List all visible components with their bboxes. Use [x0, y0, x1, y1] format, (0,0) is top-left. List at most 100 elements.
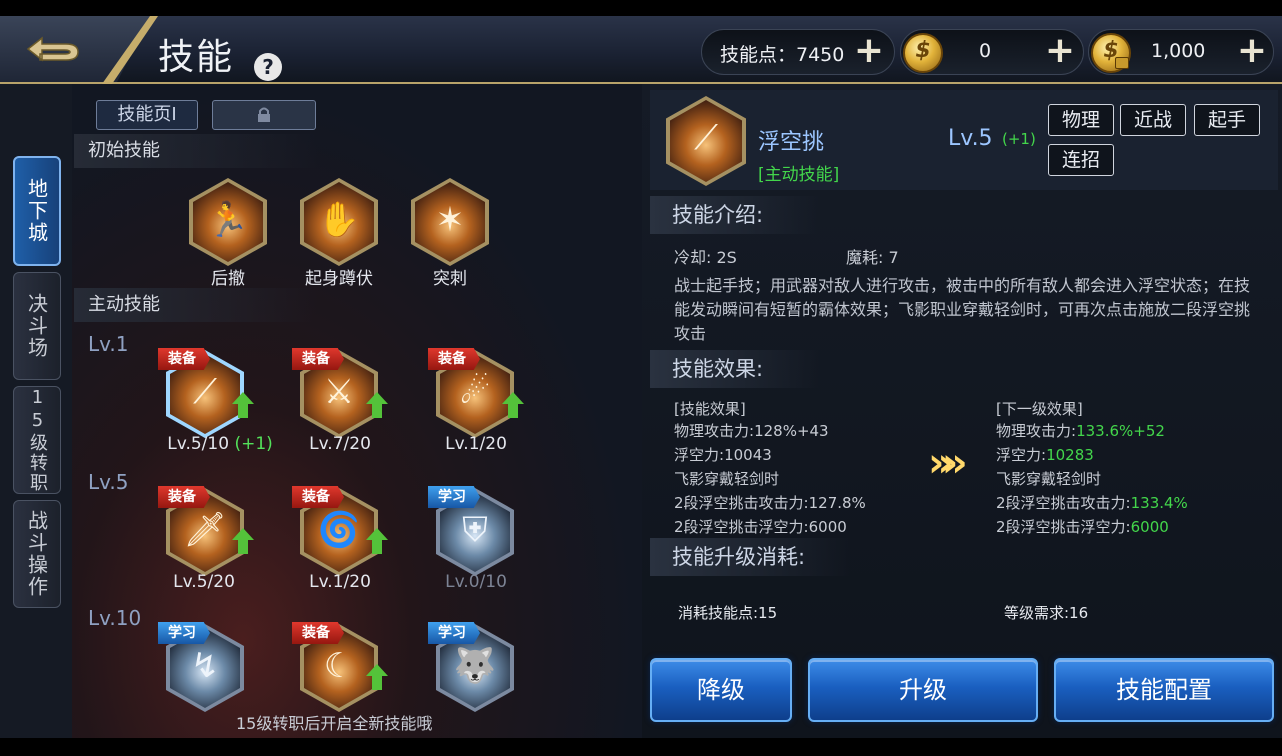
- upgrade-arrow-icon: [366, 392, 388, 418]
- skill-level-launch-slash: Lv.5/10 (+1): [160, 434, 280, 454]
- skill-level: Lv.5: [948, 126, 993, 151]
- tab-arena[interactable]: 决斗场: [13, 272, 61, 380]
- thrust-icon: ✶: [435, 200, 465, 240]
- selected-skill-icon: ⟋: [666, 96, 746, 186]
- skill-name-thrust: 突刺: [433, 269, 467, 289]
- upgrade-button[interactable]: 升级: [808, 658, 1038, 722]
- tab-dungeon-label: 地下城: [24, 178, 49, 244]
- next-effect-row: 飞影穿戴轻剑时: [996, 470, 1102, 488]
- equip-badge: 装备: [292, 622, 344, 644]
- skill-hex-thrust[interactable]: ✶: [411, 178, 489, 266]
- next-effect-row: 浮空力:10283: [996, 446, 1094, 464]
- tag-combo: 连招: [1048, 144, 1114, 176]
- wolf-spirit-icon: 🐺: [453, 646, 497, 686]
- tier-label-lv1: Lv.1: [88, 332, 129, 356]
- tag-physical: 物理: [1048, 104, 1114, 136]
- tab-combat-controls[interactable]: 战斗操作: [13, 500, 61, 608]
- tier-label-lv10: Lv.10: [88, 606, 142, 630]
- next-level-arrow-icon: »»: [928, 440, 968, 486]
- tab-class-advance-label: 15级转职: [27, 387, 48, 493]
- learn-badge: 学习: [428, 622, 480, 644]
- gold-amount: 0: [979, 40, 992, 62]
- learn-badge: 学习: [428, 486, 480, 508]
- equip-badge: 装备: [292, 486, 344, 508]
- intro-section-title: 技能介绍:: [650, 196, 820, 234]
- add-gold-button[interactable]: +: [1041, 33, 1079, 71]
- skill-level-text: Lv.5/10: [167, 434, 230, 454]
- bound-gold-amount: 1,000: [1151, 40, 1206, 62]
- skill-level-slot-2: Lv.7/20: [309, 434, 371, 454]
- cost-skill-points: 消耗技能点:15: [678, 604, 778, 622]
- tier-label-lv5: Lv.5: [88, 470, 129, 494]
- cost-level-requirement: 等级需求:16: [1004, 604, 1089, 622]
- next-effect-row: 2段浮空挑击攻击力:133.4%: [996, 494, 1188, 512]
- skill-hex-rise-crouch[interactable]: ✋: [300, 178, 378, 266]
- bottom-black-bar: [0, 738, 1282, 756]
- initial-skills-title: 初始技能: [74, 134, 318, 168]
- page-title: 技能: [158, 37, 235, 78]
- learn-badge: 学习: [158, 622, 210, 644]
- equip-badge: 装备: [292, 348, 344, 370]
- shield-helmet-icon: ⛨: [462, 510, 488, 550]
- current-effect-row: 物理攻击力:128%+43: [674, 422, 829, 440]
- tag-opener: 起手: [1194, 104, 1260, 136]
- current-effect-header: [技能效果]: [674, 400, 746, 418]
- backstep-icon: 🏃: [206, 200, 250, 240]
- rise-crouch-icon: ✋: [317, 200, 361, 240]
- add-skill-points-button[interactable]: +: [850, 33, 888, 71]
- skill-name: 浮空挑: [758, 130, 825, 155]
- skill-name-rise-crouch: 起身蹲伏: [305, 269, 373, 289]
- skill-level-slot-3: Lv.1/20: [445, 434, 507, 454]
- active-skills-title: 主动技能: [74, 288, 318, 322]
- skill-level-slot-6: Lv.0/10: [445, 572, 507, 592]
- equip-badge: 装备: [428, 348, 480, 370]
- skill-type: [主动技能]: [758, 165, 840, 185]
- bound-gold-counter: $ 1,000 +: [1088, 29, 1274, 75]
- lock-icon: [258, 107, 270, 122]
- skill-name-backstep: 后撤: [211, 269, 245, 289]
- skill-level-slot-4: Lv.5/20: [173, 572, 235, 592]
- back-arrow-icon: [26, 36, 79, 62]
- tab-combat-controls-label: 战斗操作: [24, 510, 49, 598]
- tab-class-advance[interactable]: 15级转职: [13, 386, 61, 494]
- upgrade-arrow-icon: [502, 392, 524, 418]
- skill-config-button[interactable]: 技能配置: [1054, 658, 1274, 722]
- effect-section-title: 技能效果:: [650, 350, 820, 388]
- top-black-bar: [0, 0, 1282, 16]
- unlock-hint: 15级转职后开启全新技能哦: [236, 714, 433, 733]
- dash-slash-icon: ↯: [190, 646, 220, 686]
- gold-slash-decoration: [102, 16, 158, 84]
- launch-slash-icon: ⟋: [694, 118, 718, 158]
- locked-gold-coin-icon: $: [1091, 33, 1131, 73]
- help-icon[interactable]: ?: [254, 53, 282, 81]
- upgrade-arrow-icon: [366, 664, 388, 690]
- upgrade-arrow-icon: [232, 528, 254, 554]
- equip-badge: 装备: [158, 486, 210, 508]
- current-effect-row: 2段浮空挑击浮空力:6000: [674, 518, 847, 536]
- tab-dungeon[interactable]: 地下城: [13, 156, 61, 266]
- skill-level-bonus: (+1): [1002, 130, 1036, 148]
- skill-page-1-tab[interactable]: 技能页Ⅰ: [96, 100, 198, 130]
- cooldown-text: 冷却: 2S: [674, 248, 737, 267]
- cost-section-title: 技能升级消耗:: [650, 538, 850, 576]
- gold-counter: $ 0 +: [900, 29, 1084, 75]
- skill-hex-backstep[interactable]: 🏃: [189, 178, 267, 266]
- equip-badge: 装备: [158, 348, 210, 370]
- skill-points-label: 技能点：7450: [720, 44, 845, 66]
- skill-level-bonus: (+1): [234, 434, 273, 454]
- skill-level-slot-5: Lv.1/20: [309, 572, 371, 592]
- tag-melee: 近战: [1120, 104, 1186, 136]
- current-effect-row: 2段浮空挑击攻击力:127.8%: [674, 494, 866, 512]
- next-effect-header: [下一级效果]: [996, 400, 1083, 418]
- downgrade-button[interactable]: 降级: [650, 658, 792, 722]
- upgrade-arrow-icon: [232, 392, 254, 418]
- mana-cost-text: 魔耗: 7: [846, 248, 899, 267]
- current-effect-row: 飞影穿戴轻剑时: [674, 470, 780, 488]
- skill-page-2-locked-tab[interactable]: [212, 100, 316, 130]
- add-bound-gold-button[interactable]: +: [1233, 33, 1271, 71]
- upgrade-arrow-icon: [366, 528, 388, 554]
- skill-description: 战士起手技；用武器对敌人进行攻击，被击中的所有敌人都会进入浮空状态；在技能发动瞬…: [674, 276, 1251, 343]
- next-effect-row: 物理攻击力:133.6%+52: [996, 422, 1165, 440]
- current-effect-row: 浮空力:10043: [674, 446, 772, 464]
- skill-points-counter: 技能点：7450 +: [701, 29, 895, 75]
